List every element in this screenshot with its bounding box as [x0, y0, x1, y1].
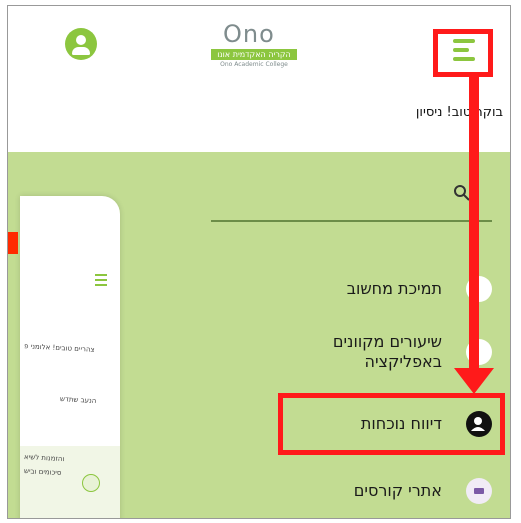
app-screen: Ono הקריה האקדמית אונו Ono Academic Coll…: [7, 5, 511, 519]
annotation-arrow-head: [454, 368, 494, 394]
greeting-text: בוקר טוב! ניסיון: [415, 105, 503, 120]
menu-item-label-line: שיעורים מקוונים: [332, 332, 442, 351]
preview-subtitle: הנעב שתדש: [59, 395, 97, 405]
preview-card: והזמנות לשיא סיכומים וביש: [20, 446, 120, 518]
menu-item-label: שיעורים מקוונים באפליקציה: [333, 332, 442, 372]
app-preview-phone: צהריים טובים! אלומני פ הנעב שתדש והזמנות…: [20, 196, 120, 518]
search-underline: [211, 220, 492, 222]
preview-greeting: צהריים טובים! אלומני פ: [23, 342, 95, 354]
logo-english-line: Ono Academic College: [220, 61, 288, 68]
preview-card-line: והזמנות לשיא: [23, 452, 65, 464]
avatar-body: [72, 47, 90, 55]
menu-item-course-sites[interactable]: אתרי קורסים: [354, 478, 492, 504]
preview-app-icon: [82, 474, 100, 492]
avatar-head: [76, 35, 86, 45]
app-header: Ono הקריה האקדמית אונו Ono Academic Coll…: [8, 6, 510, 152]
highlight-box-attendance: [278, 393, 505, 455]
side-menu-panel: צהריים טובים! אלומני פ הנעב שתדש והזמנות…: [8, 152, 510, 518]
menu-item-label: אתרי קורסים: [353, 481, 442, 500]
menu-item-label: תמיכת מחשוב: [346, 279, 442, 298]
ono-logo: Ono הקריה האקדמית אונו Ono Academic Coll…: [211, 20, 297, 72]
annotation-arrow-shaft: [469, 74, 479, 374]
user-avatar-icon[interactable]: [65, 28, 97, 60]
courses-glyph: [474, 488, 484, 494]
annotation-marker: [8, 232, 18, 254]
logo-wordmark: Ono: [223, 20, 275, 48]
courses-icon: [466, 478, 492, 504]
logo-hebrew-line: הקריה האקדמית אונו: [211, 49, 297, 60]
menu-item-label-line: באפליקציה: [364, 352, 442, 371]
preview-card-line: סיכומים וביש: [23, 467, 62, 477]
highlight-box-hamburger: [433, 29, 493, 77]
preview-hamburger-icon: [95, 274, 107, 289]
